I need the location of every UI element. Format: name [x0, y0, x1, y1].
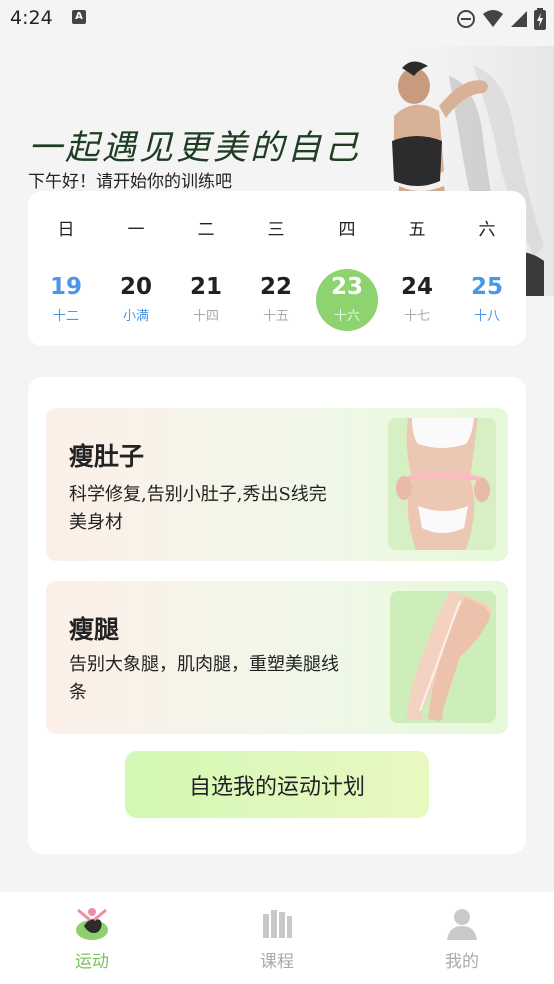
weekday-label: 三	[267, 220, 285, 240]
weekday-label: 六	[478, 220, 496, 240]
tab-profile[interactable]: 我的	[402, 892, 522, 984]
weekday-label: 五	[408, 220, 426, 240]
tab-label: 我的	[445, 952, 479, 972]
plan-description: 告别大象腿，肌肉腿，重塑美腿线条	[69, 654, 339, 703]
day-number[interactable]: 22	[241, 274, 311, 300]
tab-exercise[interactable]: 运动	[32, 892, 152, 984]
greeting-text: 下午好！请开始你的训练吧	[28, 172, 232, 192]
tab-label: 运动	[75, 952, 109, 972]
weekday-label: 二	[197, 220, 215, 240]
day-number[interactable]: 20	[101, 274, 171, 300]
plan-card-belly[interactable]: 瘦肚子 科学修复,告别小肚子,秀出S线完美身材	[46, 408, 508, 561]
lunar-date: 十四	[192, 309, 219, 324]
lunar-date: 十二	[52, 309, 79, 324]
lunar-date: 十七	[403, 309, 430, 324]
plan-title: 瘦腿	[69, 615, 120, 644]
books-icon	[263, 910, 292, 938]
weekday-label: 日	[57, 220, 75, 240]
plan-title: 瘦肚子	[69, 442, 145, 471]
weekday-label: 一	[127, 220, 145, 240]
plan-description: 科学修复,告别小肚子,秀出S线完美身材	[69, 484, 327, 533]
signal-icon	[511, 11, 527, 27]
lunar-date: 十五	[262, 309, 289, 324]
day-number[interactable]: 21	[171, 274, 241, 300]
bottom-tab-bar: 运动 课程 我的	[0, 892, 554, 984]
battery-icon	[534, 8, 546, 30]
legs-image	[390, 591, 496, 723]
week-calendar: 日 一 二 三 四 五 六 19 20 21 22 23 24 25 十二 小满…	[28, 191, 526, 346]
day-number-selected[interactable]: 23	[312, 274, 382, 300]
day-number[interactable]: 19	[31, 274, 101, 300]
lunar-date: 十八	[473, 309, 500, 324]
day-number[interactable]: 25	[452, 274, 522, 300]
do-not-disturb-icon	[457, 10, 475, 28]
belly-measure-image	[388, 418, 496, 550]
wifi-icon	[483, 10, 503, 27]
exercise-yoga-icon	[76, 908, 108, 940]
user-icon	[447, 909, 477, 940]
status-bar: 4:24 A	[0, 0, 554, 36]
lunar-date-selected: 十六	[333, 309, 360, 324]
day-number[interactable]: 24	[382, 274, 452, 300]
hero-slogan: 一起遇见更美的自己	[28, 128, 361, 168]
text-app-notification-icon: A	[72, 10, 86, 24]
status-time: 4:24	[10, 7, 53, 29]
tab-courses[interactable]: 课程	[217, 892, 337, 984]
plan-card-legs[interactable]: 瘦腿 告别大象腿，肌肉腿，重塑美腿线条	[46, 581, 508, 734]
tab-label: 课程	[260, 952, 294, 972]
lunar-date: 小满	[122, 309, 149, 324]
custom-plan-button[interactable]: 自选我的运动计划	[125, 751, 429, 818]
status-icons	[456, 8, 546, 30]
weekday-label: 四	[338, 220, 356, 240]
